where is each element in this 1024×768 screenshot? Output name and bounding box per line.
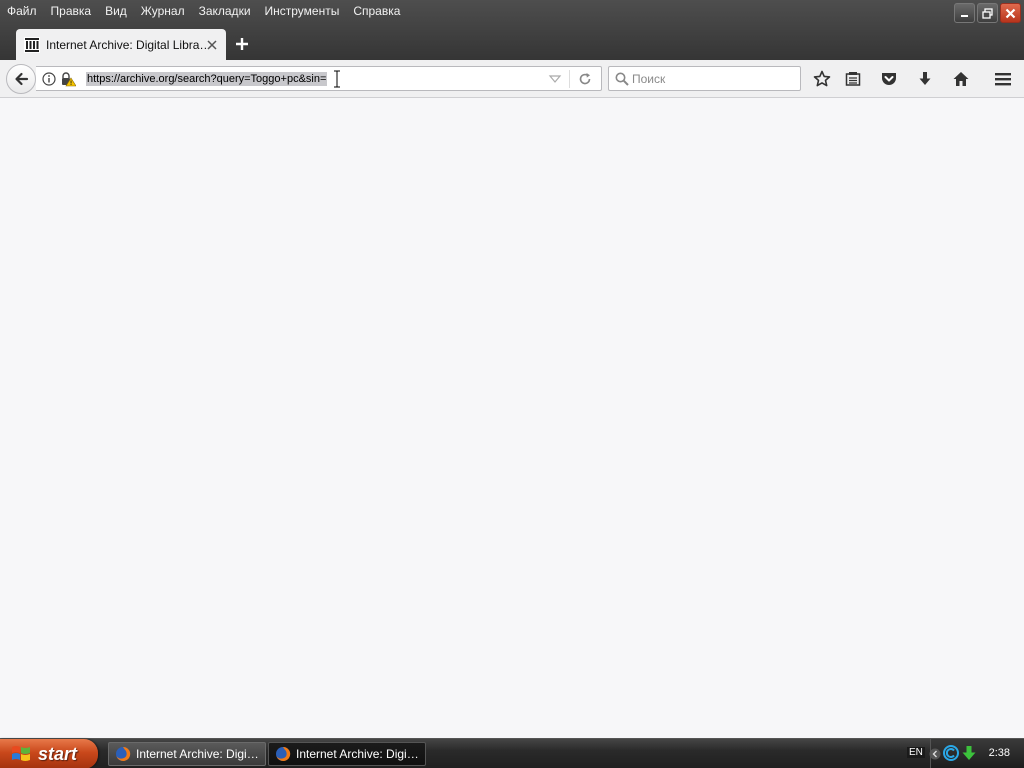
downloads-button[interactable]: [915, 69, 935, 89]
hamburger-menu-icon: [995, 73, 1011, 86]
page-content-area[interactable]: [0, 99, 1024, 738]
close-window-button[interactable]: [1000, 3, 1021, 23]
minimize-icon: [960, 15, 968, 17]
menu-bar: Файл Правка Вид Журнал Закладки Инструме…: [0, 0, 407, 22]
menu-history[interactable]: Журнал: [134, 0, 192, 22]
minimize-button[interactable]: [954, 3, 975, 23]
reload-button[interactable]: [576, 70, 594, 88]
url-text[interactable]: https://archive.org/search?query=Toggo+p…: [86, 72, 328, 86]
start-label: start: [38, 743, 78, 764]
tab-close-button[interactable]: [206, 39, 218, 51]
download-manager-icon[interactable]: [961, 745, 977, 761]
plus-icon: [236, 38, 248, 50]
text-cursor-icon: [334, 70, 340, 88]
close-icon: [207, 39, 217, 50]
history-dropdown-icon[interactable]: [548, 73, 562, 85]
ccleaner-icon[interactable]: [943, 745, 959, 761]
close-icon: [1005, 8, 1016, 18]
new-tab-button[interactable]: [233, 35, 251, 53]
taskbar-item-label: Internet Archive: Digi…: [296, 747, 419, 761]
internet-archive-icon: [24, 36, 40, 53]
insecure-lock-icon[interactable]: [60, 71, 76, 87]
navigation-toolbar: https://archive.org/search?query=Toggo+p…: [0, 60, 1024, 98]
star-icon: [813, 70, 831, 87]
tab-strip: Internet Archive: Digital Libra…: [0, 26, 1024, 60]
download-arrow-icon: [919, 72, 931, 85]
menu-edit[interactable]: Правка: [44, 0, 99, 22]
start-button[interactable]: start: [0, 739, 98, 768]
menu-help[interactable]: Справка: [346, 0, 407, 22]
window-titlebar: Файл Правка Вид Журнал Закладки Инструме…: [0, 0, 1024, 60]
menu-tools[interactable]: Инструменты: [258, 0, 347, 22]
tab-title: Internet Archive: Digital Libra…: [46, 37, 206, 52]
tab-internet-archive[interactable]: Internet Archive: Digital Libra…: [16, 29, 226, 60]
taskbar-item-firefox-2[interactable]: Internet Archive: Digi…: [268, 742, 426, 766]
menu-file[interactable]: Файл: [0, 0, 44, 22]
firefox-icon: [116, 746, 131, 761]
windows-logo-icon: [12, 746, 30, 761]
back-arrow-icon: [15, 72, 29, 86]
menu-view[interactable]: Вид: [98, 0, 134, 22]
pocket-icon: [882, 73, 896, 85]
bookmarks-list-icon: [845, 72, 861, 86]
show-hidden-icons-icon[interactable]: [929, 747, 941, 761]
taskbar-item-label: Internet Archive: Digi…: [136, 747, 259, 761]
back-button[interactable]: [6, 64, 36, 94]
clock[interactable]: 2:38: [989, 747, 1010, 759]
bookmark-star-button[interactable]: [812, 69, 832, 89]
url-bar[interactable]: https://archive.org/search?query=Toggo+p…: [36, 66, 602, 91]
windows-taskbar: start Internet Archive: Digi… Internet A…: [0, 738, 1024, 768]
pocket-button[interactable]: [879, 69, 899, 89]
info-icon[interactable]: [42, 72, 56, 86]
window-controls: [954, 3, 1021, 23]
system-tray: EN 2:38: [907, 739, 1024, 768]
open-menu-button[interactable]: [993, 69, 1013, 89]
firefox-icon: [276, 746, 291, 761]
taskbar-item-firefox-1[interactable]: Internet Archive: Digi…: [108, 742, 266, 766]
search-bar[interactable]: [608, 66, 801, 91]
reload-icon: [579, 73, 591, 85]
home-icon: [953, 72, 969, 86]
restore-icon: [982, 7, 993, 19]
restore-button[interactable]: [977, 3, 998, 23]
search-input[interactable]: [632, 71, 792, 87]
urlbar-divider: [569, 70, 570, 88]
home-button[interactable]: [951, 69, 971, 89]
bookmarks-menu-button[interactable]: [843, 69, 863, 89]
menu-bookmarks[interactable]: Закладки: [192, 0, 258, 22]
language-indicator[interactable]: EN: [907, 747, 925, 758]
search-icon: [615, 72, 629, 86]
